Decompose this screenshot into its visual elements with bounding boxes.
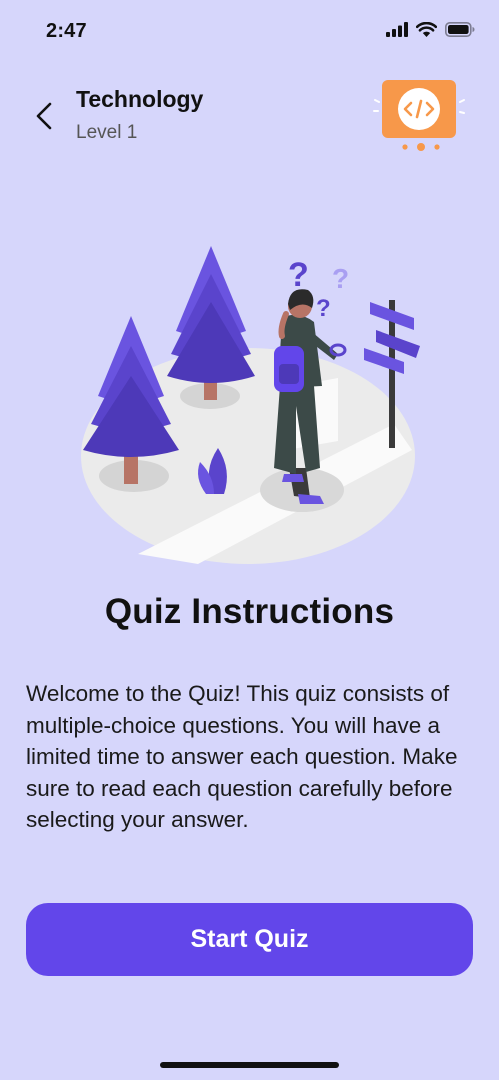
instructions-text: Welcome to the Quiz! This quiz consists … bbox=[26, 681, 458, 833]
code-icon bbox=[403, 99, 435, 119]
back-button[interactable] bbox=[26, 96, 62, 136]
status-bar: 2:47 bbox=[0, 0, 499, 62]
home-indicator[interactable] bbox=[160, 1062, 339, 1068]
wifi-icon bbox=[416, 22, 437, 37]
page-title: Quiz Instructions bbox=[104, 592, 395, 631]
status-time: 2:47 bbox=[46, 20, 87, 42]
chevron-left-icon bbox=[36, 102, 52, 130]
quiz-illustration: ? ? ? bbox=[76, 236, 426, 568]
svg-text:?: ? bbox=[332, 263, 349, 294]
cellular-signal-icon bbox=[386, 22, 408, 37]
start-quiz-button[interactable]: Start Quiz bbox=[26, 903, 473, 976]
level-label: Level 1 bbox=[76, 122, 138, 143]
category-title: Technology bbox=[76, 86, 204, 112]
status-icons bbox=[386, 22, 475, 37]
category-badge bbox=[370, 78, 468, 156]
svg-text:?: ? bbox=[288, 256, 309, 294]
battery-icon bbox=[445, 22, 475, 37]
svg-text:?: ? bbox=[316, 295, 331, 322]
